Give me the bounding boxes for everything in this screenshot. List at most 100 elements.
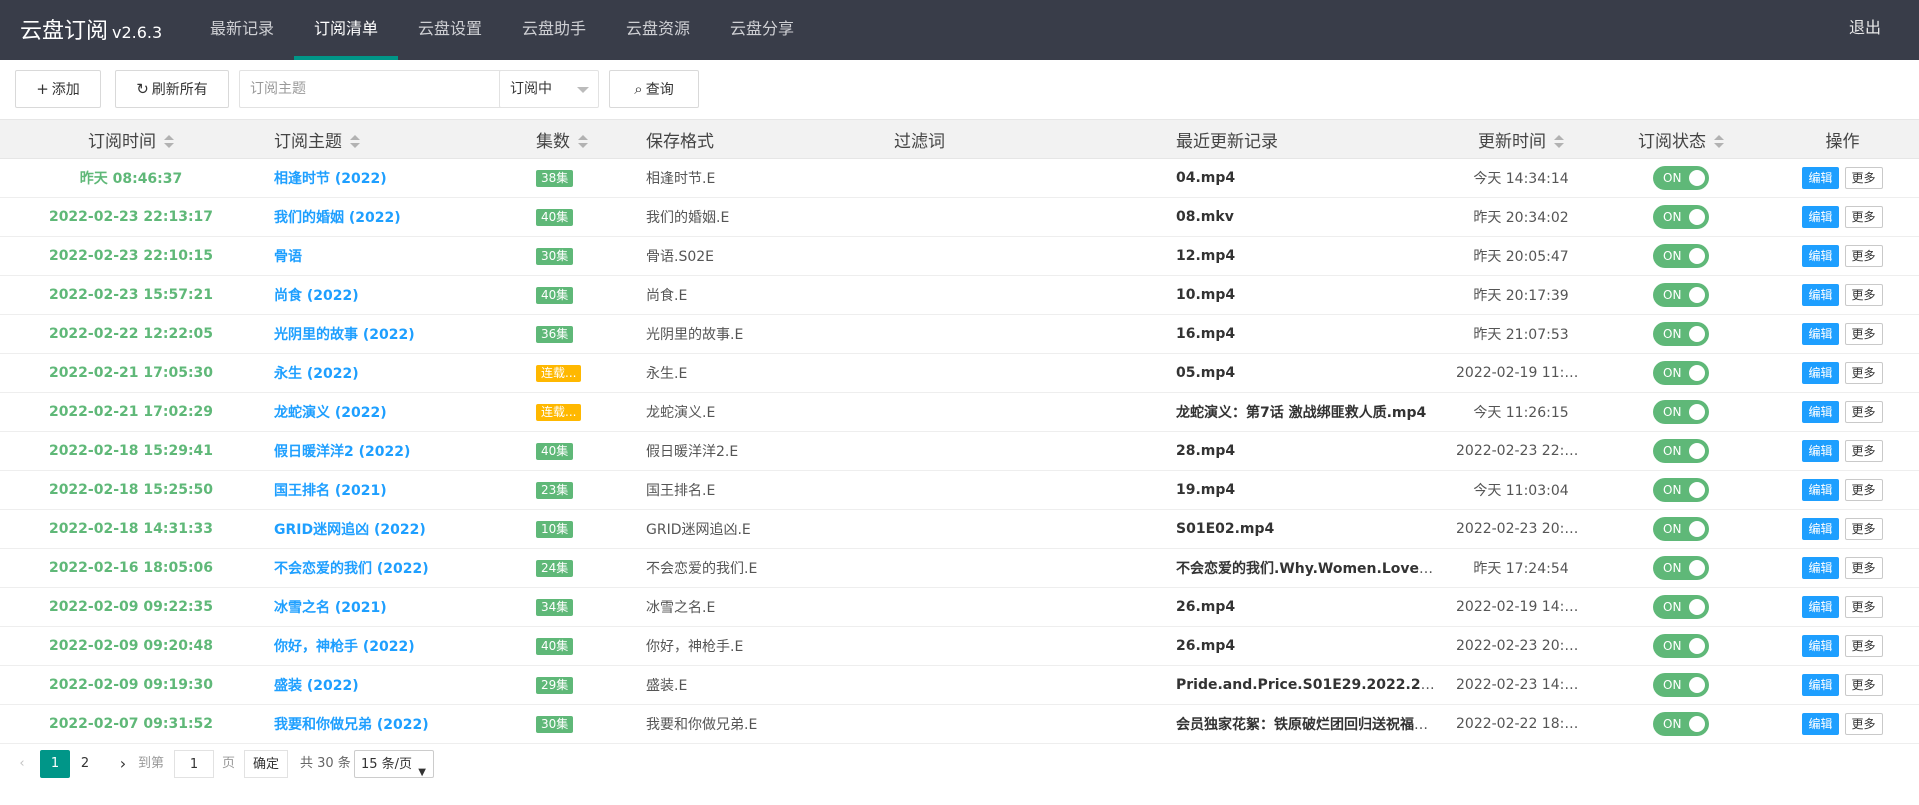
more-button[interactable]: 更多	[1844, 440, 1883, 462]
cell-episodes: 29集	[524, 665, 624, 705]
more-button[interactable]: 更多	[1844, 167, 1883, 189]
goto-page-input[interactable]: 1	[174, 750, 214, 778]
topic-link[interactable]: 不会恋爱的我们 (2022)	[274, 561, 429, 577]
nav-latest-records[interactable]: 最新记录	[190, 0, 294, 60]
more-button[interactable]: 更多	[1844, 635, 1883, 657]
add-button[interactable]: + 添加	[15, 70, 101, 108]
sort-icon[interactable]	[350, 134, 360, 149]
status-toggle[interactable]: ON	[1653, 322, 1709, 346]
edit-button[interactable]: 编辑	[1802, 401, 1839, 423]
topic-link[interactable]: 相逢时节 (2022)	[274, 171, 387, 187]
status-toggle[interactable]: ON	[1653, 166, 1709, 190]
cell-latest-record: 26.mp4	[1142, 626, 1446, 666]
table-row: 2022-02-07 09:31:52 我要和你做兄弟 (2022) 30集 我要和你…	[0, 704, 1919, 744]
topic-link[interactable]: 国王排名 (2021)	[274, 483, 387, 499]
status-toggle[interactable]: ON	[1653, 634, 1709, 658]
more-button[interactable]: 更多	[1844, 401, 1883, 423]
col-episodes[interactable]: 集数	[524, 119, 624, 159]
status-toggle[interactable]: ON	[1653, 283, 1709, 307]
topic-link[interactable]: GRID迷网追凶 (2022)	[274, 522, 426, 538]
edit-button[interactable]: 编辑	[1802, 713, 1839, 735]
status-toggle[interactable]: ON	[1653, 673, 1709, 697]
more-button[interactable]: 更多	[1844, 674, 1883, 696]
col-topic[interactable]: 订阅主题	[262, 119, 524, 159]
page-1-button[interactable]: 1	[40, 750, 70, 778]
topic-link[interactable]: 骨语	[274, 249, 302, 265]
sort-icon[interactable]	[1714, 134, 1724, 149]
topic-link[interactable]: 你好，神枪手 (2022)	[274, 639, 415, 655]
cell-subscribe-time: 2022-02-18 15:29:41	[0, 431, 262, 471]
edit-button[interactable]: 编辑	[1802, 518, 1839, 540]
status-toggle[interactable]: ON	[1653, 400, 1709, 424]
table-row: 2022-02-16 18:05:06 不会恋爱的我们 (2022) 24集 不会恋爱…	[0, 548, 1919, 588]
sort-icon[interactable]	[1554, 134, 1564, 149]
more-button[interactable]: 更多	[1844, 284, 1883, 306]
more-button[interactable]: 更多	[1844, 518, 1883, 540]
prev-page-button[interactable]: ‹	[12, 750, 32, 778]
status-toggle[interactable]: ON	[1653, 517, 1709, 541]
edit-button[interactable]: 编辑	[1802, 206, 1839, 228]
more-button[interactable]: 更多	[1844, 245, 1883, 267]
topic-link[interactable]: 盛装 (2022)	[274, 678, 359, 694]
more-button[interactable]: 更多	[1844, 479, 1883, 501]
topic-link[interactable]: 龙蛇演义 (2022)	[274, 405, 387, 421]
more-button[interactable]: 更多	[1844, 362, 1883, 384]
col-subscribe-status[interactable]: 订阅状态	[1596, 119, 1766, 159]
goto-confirm-button[interactable]: 确定	[244, 750, 288, 778]
query-button[interactable]: ⌕ 查询	[609, 70, 699, 108]
more-button[interactable]: 更多	[1844, 596, 1883, 618]
topic-link[interactable]: 尚食 (2022)	[274, 288, 359, 304]
cell-episodes: 38集	[524, 158, 624, 198]
status-toggle[interactable]: ON	[1653, 595, 1709, 619]
status-toggle[interactable]: ON	[1653, 244, 1709, 268]
topic-search-input[interactable]: 订阅主题	[239, 70, 503, 108]
edit-button[interactable]: 编辑	[1802, 479, 1839, 501]
nav-cloud-settings[interactable]: 云盘设置	[398, 0, 502, 60]
edit-button[interactable]: 编辑	[1802, 557, 1839, 579]
edit-button[interactable]: 编辑	[1802, 596, 1839, 618]
col-update-time[interactable]: 更新时间	[1446, 119, 1596, 159]
status-toggle[interactable]: ON	[1653, 556, 1709, 580]
page-2-button[interactable]: 2	[72, 750, 98, 778]
top-navbar: 云盘订阅 v2.6.3 最新记录 订阅清单 云盘设置 云盘助手 云盘资源 云盘分享…	[0, 0, 1919, 60]
edit-button[interactable]: 编辑	[1802, 635, 1839, 657]
nav-cloud-share[interactable]: 云盘分享	[710, 0, 814, 60]
topic-link[interactable]: 光阴里的故事 (2022)	[274, 327, 415, 343]
page-size-select[interactable]: 15 条/页 ▼	[354, 750, 434, 778]
edit-button[interactable]: 编辑	[1802, 167, 1839, 189]
nav-cloud-resources[interactable]: 云盘资源	[606, 0, 710, 60]
status-toggle[interactable]: ON	[1653, 439, 1709, 463]
more-button[interactable]: 更多	[1844, 713, 1883, 735]
edit-button[interactable]: 编辑	[1802, 245, 1839, 267]
topic-link[interactable]: 永生 (2022)	[274, 366, 359, 382]
cell-episodes: 连载...	[524, 353, 624, 393]
status-select[interactable]: 订阅中	[499, 70, 599, 108]
status-toggle[interactable]: ON	[1653, 478, 1709, 502]
cell-save-format: 我们的婚姻.E	[624, 197, 884, 237]
next-page-button[interactable]: ›	[112, 750, 134, 778]
status-toggle[interactable]: ON	[1653, 205, 1709, 229]
topic-link[interactable]: 假日暖洋洋2 (2022)	[274, 444, 410, 460]
nav-cloud-assistant[interactable]: 云盘助手	[502, 0, 606, 60]
sort-icon[interactable]	[578, 134, 588, 149]
sort-icon[interactable]	[164, 134, 174, 149]
more-button[interactable]: 更多	[1844, 206, 1883, 228]
status-toggle[interactable]: ON	[1653, 712, 1709, 736]
col-subscribe-time[interactable]: 订阅时间	[0, 119, 262, 159]
logout-link[interactable]: 退出	[1849, 0, 1881, 60]
edit-button[interactable]: 编辑	[1802, 674, 1839, 696]
edit-button[interactable]: 编辑	[1802, 323, 1839, 345]
topic-link[interactable]: 冰雪之名 (2021)	[274, 600, 387, 616]
update-time: 今天 11:03:04	[1473, 483, 1569, 499]
col-save-format: 保存格式	[624, 119, 884, 159]
status-toggle[interactable]: ON	[1653, 361, 1709, 385]
refresh-all-button[interactable]: ↻ 刷新所有	[115, 70, 229, 108]
edit-button[interactable]: 编辑	[1802, 440, 1839, 462]
nav-subscription-list[interactable]: 订阅清单	[294, 0, 398, 60]
more-button[interactable]: 更多	[1844, 557, 1883, 579]
topic-link[interactable]: 我们的婚姻 (2022)	[274, 210, 401, 226]
topic-link[interactable]: 我要和你做兄弟 (2022)	[274, 717, 429, 733]
more-button[interactable]: 更多	[1844, 323, 1883, 345]
edit-button[interactable]: 编辑	[1802, 362, 1839, 384]
edit-button[interactable]: 编辑	[1802, 284, 1839, 306]
